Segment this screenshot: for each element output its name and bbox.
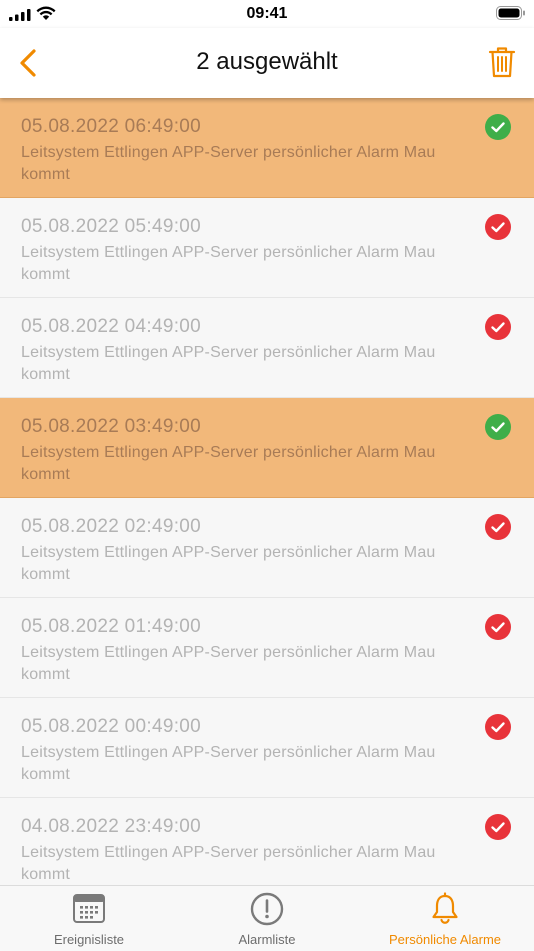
alarm-message: Leitsystem Ettlingen APP-Server persönli… [21,544,436,583]
alarm-datetime: 05.08.2022 05:49:00 [21,216,202,237]
list-item[interactable]: 04.08.2022 23:49:00 Leitsystem Ettlingen… [0,798,534,885]
page-title: 2 ausgewählt [196,48,338,75]
battery-icon [496,6,525,20]
tab-label: Persönliche Alarme [389,932,501,947]
alarm-datetime: 04.08.2022 23:49:00 [21,816,202,837]
list-item[interactable]: 05.08.2022 06:49:00 Leitsystem Ettlingen… [0,98,534,198]
trash-icon [488,47,516,78]
alarm-message: Leitsystem Ettlingen APP-Server persönli… [21,144,436,183]
tab-label: Ereignisliste [53,932,125,947]
list-item[interactable]: 05.08.2022 02:49:00 Leitsystem Ettlingen… [0,498,534,598]
tab-label: Alarmliste [238,932,296,947]
check-icon [485,314,511,340]
tab-alarmliste[interactable]: Alarmliste [178,886,356,951]
bell-icon [432,892,458,924]
alarm-datetime: 05.08.2022 04:49:00 [21,316,202,337]
calendar-icon [73,894,105,923]
tab-bar: Ereignisliste Alarmliste Persönliche Ala… [0,885,534,951]
tab-ereignisliste[interactable]: Ereignisliste [0,886,178,951]
list-item[interactable]: 05.08.2022 04:49:00 Leitsystem Ettlingen… [0,298,534,398]
check-icon [485,714,511,740]
exclamation-circle-icon [250,892,284,926]
alarm-datetime: 05.08.2022 02:49:00 [21,516,202,537]
check-selected-icon [485,114,511,140]
check-selected-icon [485,414,511,440]
status-bar: 09:41 [0,0,534,28]
alarm-list[interactable]: 05.08.2022 06:49:00 Leitsystem Ettlingen… [0,98,534,885]
alarm-datetime: 05.08.2022 00:49:00 [21,716,202,737]
check-icon [485,814,511,840]
alarm-message: Leitsystem Ettlingen APP-Server persönli… [21,744,436,783]
alarm-message: Leitsystem Ettlingen APP-Server persönli… [21,644,436,683]
alarm-datetime: 05.08.2022 03:49:00 [21,416,202,437]
alarm-message: Leitsystem Ettlingen APP-Server persönli… [21,244,436,283]
alarm-message: Leitsystem Ettlingen APP-Server persönli… [21,344,436,383]
delete-button[interactable] [488,45,516,79]
check-icon [485,214,511,240]
list-item[interactable]: 05.08.2022 05:49:00 Leitsystem Ettlingen… [0,198,534,298]
alarm-datetime: 05.08.2022 06:49:00 [21,116,202,137]
list-item[interactable]: 05.08.2022 01:49:00 Leitsystem Ettlingen… [0,598,534,698]
check-icon [485,614,511,640]
alarm-message: Leitsystem Ettlingen APP-Server persönli… [21,444,436,483]
tab-persoenliche-alarme[interactable]: Persönliche Alarme [356,886,534,951]
navigation-bar: 2 ausgewählt [0,28,534,98]
alarm-message: Leitsystem Ettlingen APP-Server persönli… [21,844,436,883]
list-item[interactable]: 05.08.2022 00:49:00 Leitsystem Ettlingen… [0,698,534,798]
check-icon [485,514,511,540]
alarm-datetime: 05.08.2022 01:49:00 [21,616,202,637]
list-item[interactable]: 05.08.2022 03:49:00 Leitsystem Ettlingen… [0,398,534,498]
status-time: 09:41 [246,5,288,22]
